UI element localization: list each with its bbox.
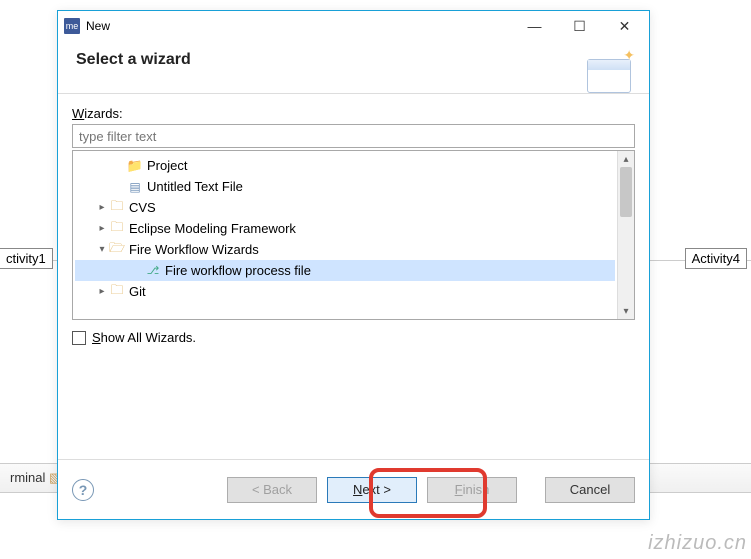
cancel-button[interactable]: Cancel bbox=[545, 477, 635, 503]
tree-item-fire-process[interactable]: ⎇ Fire workflow process file bbox=[75, 260, 615, 281]
tree-scrollbar[interactable]: ▴ ▾ bbox=[617, 151, 634, 319]
minimize-button[interactable]: — bbox=[512, 12, 557, 40]
textfile-icon: ▤ bbox=[127, 179, 143, 195]
tree-item-emf[interactable]: ▸ 🗀 Eclipse Modeling Framework bbox=[75, 218, 615, 239]
scroll-up-icon[interactable]: ▴ bbox=[618, 151, 634, 167]
wizard-footer: ? < Back Next > Finish Cancel bbox=[58, 459, 649, 519]
app-icon: me bbox=[64, 18, 80, 34]
watermark: izhizuo.cn bbox=[648, 532, 747, 555]
process-file-icon: ⎇ bbox=[145, 263, 161, 279]
tree-item-project[interactable]: 📁 Project bbox=[75, 155, 615, 176]
tree-item-cvs[interactable]: ▸ 🗀 CVS bbox=[75, 197, 615, 218]
dialog-title: New bbox=[86, 19, 512, 33]
back-button: < Back bbox=[227, 477, 317, 503]
folder-open-icon: 🗁 bbox=[109, 242, 125, 258]
close-button[interactable]: ✕ bbox=[602, 12, 647, 40]
titlebar: me New — ☐ ✕ bbox=[58, 11, 649, 41]
maximize-button[interactable]: ☐ bbox=[557, 12, 602, 40]
folder-icon: 📁 bbox=[127, 158, 143, 174]
next-button[interactable]: Next > bbox=[327, 477, 417, 503]
filter-input[interactable] bbox=[72, 124, 635, 148]
wizard-banner-icon: ✦ bbox=[575, 47, 635, 95]
wizard-tree[interactable]: 📁 Project ▤ Untitled Text File ▸ 🗀 CVS ▸… bbox=[72, 150, 635, 320]
wizards-label: Wizards: bbox=[72, 106, 635, 121]
collapse-icon[interactable]: ▾ bbox=[95, 244, 109, 255]
wizard-banner: Select a wizard ✦ bbox=[58, 41, 649, 93]
folder-icon: 🗀 bbox=[109, 284, 125, 300]
tree-item-fire-wizards[interactable]: ▾ 🗁 Fire Workflow Wizards bbox=[75, 239, 615, 260]
scroll-down-icon[interactable]: ▾ bbox=[618, 303, 634, 319]
finish-button: Finish bbox=[427, 477, 517, 503]
checkbox-icon[interactable] bbox=[72, 331, 86, 345]
bg-activity-4: Activity4 bbox=[685, 248, 747, 269]
help-button[interactable]: ? bbox=[72, 479, 94, 501]
banner-title: Select a wizard bbox=[76, 51, 191, 69]
tree-item-untitled[interactable]: ▤ Untitled Text File bbox=[75, 176, 615, 197]
tree-item-git[interactable]: ▸ 🗀 Git bbox=[75, 281, 615, 302]
expand-icon[interactable]: ▸ bbox=[95, 202, 109, 213]
new-wizard-dialog: me New — ☐ ✕ Select a wizard ✦ Wizards: … bbox=[57, 10, 650, 520]
expand-icon[interactable]: ▸ bbox=[95, 286, 109, 297]
folder-icon: 🗀 bbox=[109, 221, 125, 237]
scroll-thumb[interactable] bbox=[620, 167, 632, 217]
expand-icon[interactable]: ▸ bbox=[95, 223, 109, 234]
show-all-wizards-checkbox[interactable]: Show All Wizards. bbox=[72, 330, 635, 345]
bg-activity-1: ctivity1 bbox=[0, 248, 53, 269]
folder-icon: 🗀 bbox=[109, 200, 125, 216]
